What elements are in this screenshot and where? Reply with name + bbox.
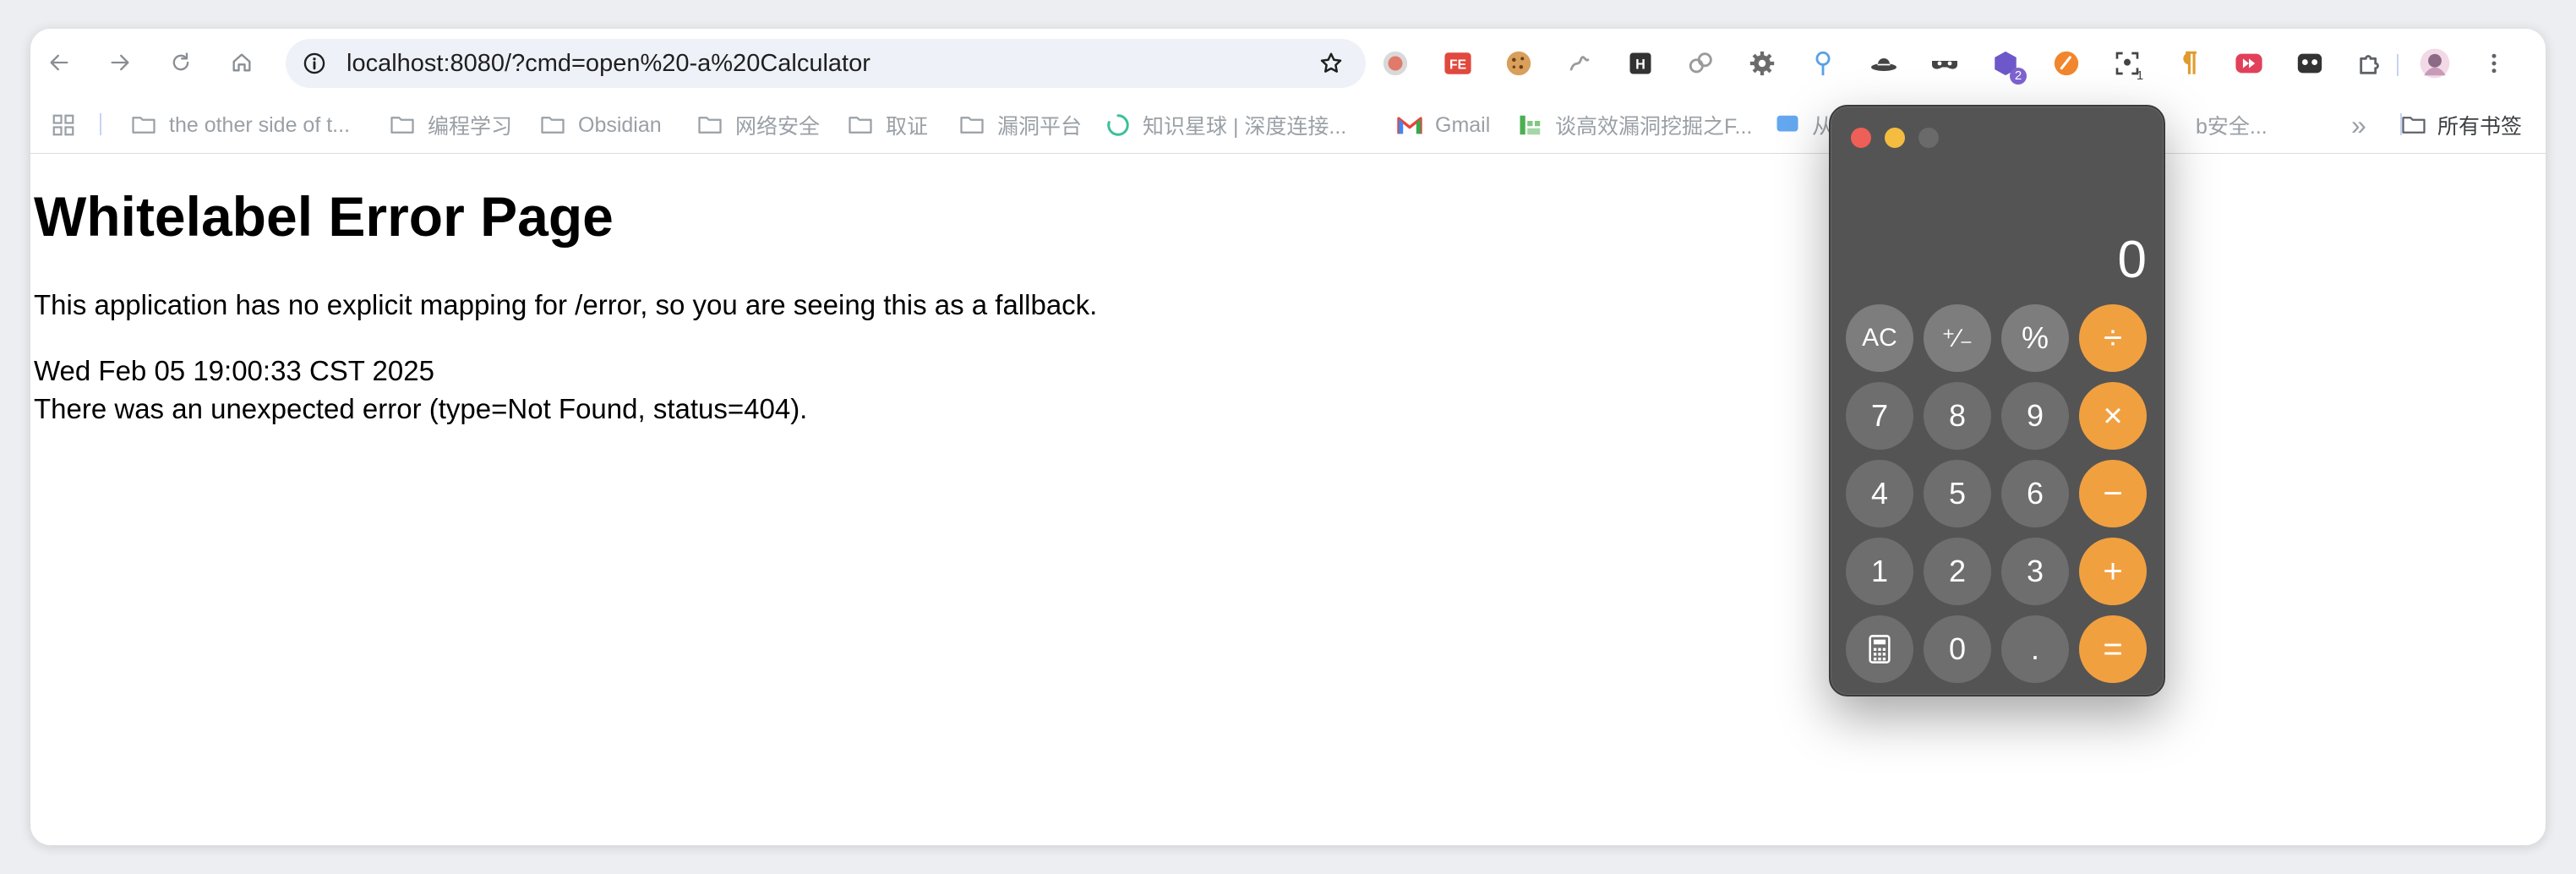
digit-5-key[interactable]: 5 [1924,460,1991,527]
scan-icon[interactable]: 1 [2111,47,2143,83]
error-timestamp: Wed Feb 05 19:00:33 CST 2025 [34,355,434,386]
digit-7-key[interactable]: 7 [1846,382,1913,450]
fe-icon[interactable]: FE [1442,47,1474,79]
digit-4-key[interactable]: 4 [1846,460,1913,527]
toolbar-separator [2397,54,2399,76]
back-button[interactable] [42,46,76,79]
arrow-left-icon [50,54,68,71]
orange-icon[interactable] [2050,47,2082,79]
more-vert-icon [2491,53,2497,74]
error-detail: There was an unexpected error (type=Not … [34,393,808,424]
digit-8-key[interactable]: 8 [1924,382,1991,450]
forward-icon[interactable] [2233,47,2265,79]
bookmark-link[interactable]: 知识星球 | 深度连接... [1105,108,1346,142]
svg-text:FE: FE [1449,57,1466,72]
pilcrow-icon[interactable] [2172,47,2204,79]
digit-0-key[interactable]: 0 [1924,615,1991,683]
bookmark-folder[interactable]: 漏洞平台 [958,108,1082,142]
digit-9-key[interactable]: 9 [2001,382,2069,450]
hexagon-icon[interactable]: 2 [1989,47,2027,85]
calculator-icon [1869,635,1891,664]
chart-bookmark-icon [1520,115,1541,135]
arrow-right-icon [111,54,129,71]
bookmark-folder[interactable]: 网络安全 [696,108,820,142]
reload-button[interactable] [164,46,198,79]
pin-icon[interactable] [1807,47,1839,79]
folder-icon [541,117,565,134]
link-icon[interactable] [1685,47,1717,79]
profile-avatar[interactable] [2419,47,2451,79]
browser-window: localhost:8080/?cmd=open%20-a%20Calculat… [30,29,2546,845]
page-content: Whitelabel Error Page This application h… [30,154,2546,845]
home-icon [232,53,251,72]
page-title: Whitelabel Error Page [34,185,614,248]
puzzle-icon[interactable] [2355,47,2387,79]
loading-circle-icon [1107,114,1129,136]
extension-badge: 1 [2136,68,2144,83]
home-button[interactable] [225,46,259,79]
add-key[interactable]: + [2079,538,2147,605]
chat-bookmark-icon [1776,115,1798,132]
gear-icon[interactable] [1746,47,1778,79]
extension-badge: 2 [2010,68,2027,85]
folder-icon [390,117,414,134]
ghost-icon[interactable] [2294,47,2326,79]
multiply-key[interactable]: × [2079,382,2147,450]
folder-icon [849,117,872,134]
address-bar[interactable]: localhost:8080/?cmd=open%20-a%20Calculat… [286,39,1366,88]
bookmark-link[interactable]: Gmail [1396,108,1490,142]
percent-key[interactable]: % [2001,304,2069,372]
subtract-key[interactable]: − [2079,460,2147,527]
folder-icon [2402,117,2426,134]
digit-3-key[interactable]: 3 [2001,538,2069,605]
bookmark-separator [100,113,101,135]
decimal-key[interactable]: . [2001,615,2069,683]
apps-grid-icon [52,114,74,136]
folder-icon [698,117,722,134]
bookmark-folder[interactable]: Obsidian [539,108,662,142]
cookie-icon[interactable] [1503,47,1535,79]
divide-key[interactable]: ÷ [2079,304,2147,372]
mask-icon[interactable] [1929,47,1961,79]
all-clear-key[interactable]: AC [1846,304,1913,372]
calculator-display: 0 [2117,231,2147,289]
equals-key[interactable]: = [2079,615,2147,683]
url-text[interactable]: localhost:8080/?cmd=open%20-a%20Calculat… [347,39,870,88]
all-bookmarks-button[interactable]: 所有书签 [2400,108,2522,142]
bookmark-star-icon[interactable] [1318,51,1344,76]
h-icon[interactable]: H [1624,47,1656,79]
gmail-icon [1397,117,1422,134]
folder-icon [960,117,984,134]
hat-icon[interactable] [1868,47,1900,79]
svg-text:H: H [1635,57,1645,72]
browser-toolbar: localhost:8080/?cmd=open%20-a%20Calculat… [30,29,2546,96]
bookmark-link[interactable]: b安全... [2196,108,2268,142]
reload-icon [172,52,189,71]
bookmark-link[interactable]: 谈高效漏洞挖掘之F... [1518,108,1752,142]
forward-button[interactable] [103,46,137,79]
sign-toggle-key[interactable]: ⁺∕₋ [1924,304,1991,372]
calculator-mode-key[interactable] [1846,615,1913,683]
bookmarks-overflow-button[interactable]: » [2351,108,2366,142]
digit-6-key[interactable]: 6 [2001,460,2069,527]
digit-1-key[interactable]: 1 [1846,538,1913,605]
apps-button[interactable] [51,108,88,142]
bookmarks-bar: the other side of t... 编程学习 Obsidian 网络安… [30,96,2546,154]
folder-icon [132,117,156,134]
menu-button[interactable] [2478,47,2510,79]
digit-2-key[interactable]: 2 [1924,538,1991,605]
bookmark-folder[interactable]: 编程学习 [389,108,512,142]
sketch-icon[interactable] [1564,47,1596,79]
site-info-icon[interactable] [303,52,326,75]
close-window-button[interactable] [1851,128,1871,148]
minimize-window-button[interactable] [1885,128,1905,148]
bookmark-folder[interactable]: 取证 [847,108,928,142]
zoom-window-button[interactable] [1918,128,1939,148]
bookmark-folder[interactable]: the other side of t... [130,108,350,142]
record-icon[interactable] [1379,47,1411,79]
error-message: This application has no explicit mapping… [34,289,1098,320]
calculator-window[interactable]: 0 AC ⁺∕₋ % ÷ 7 8 9 × 4 5 6 − 1 2 3 + 0 .… [1829,105,2165,696]
